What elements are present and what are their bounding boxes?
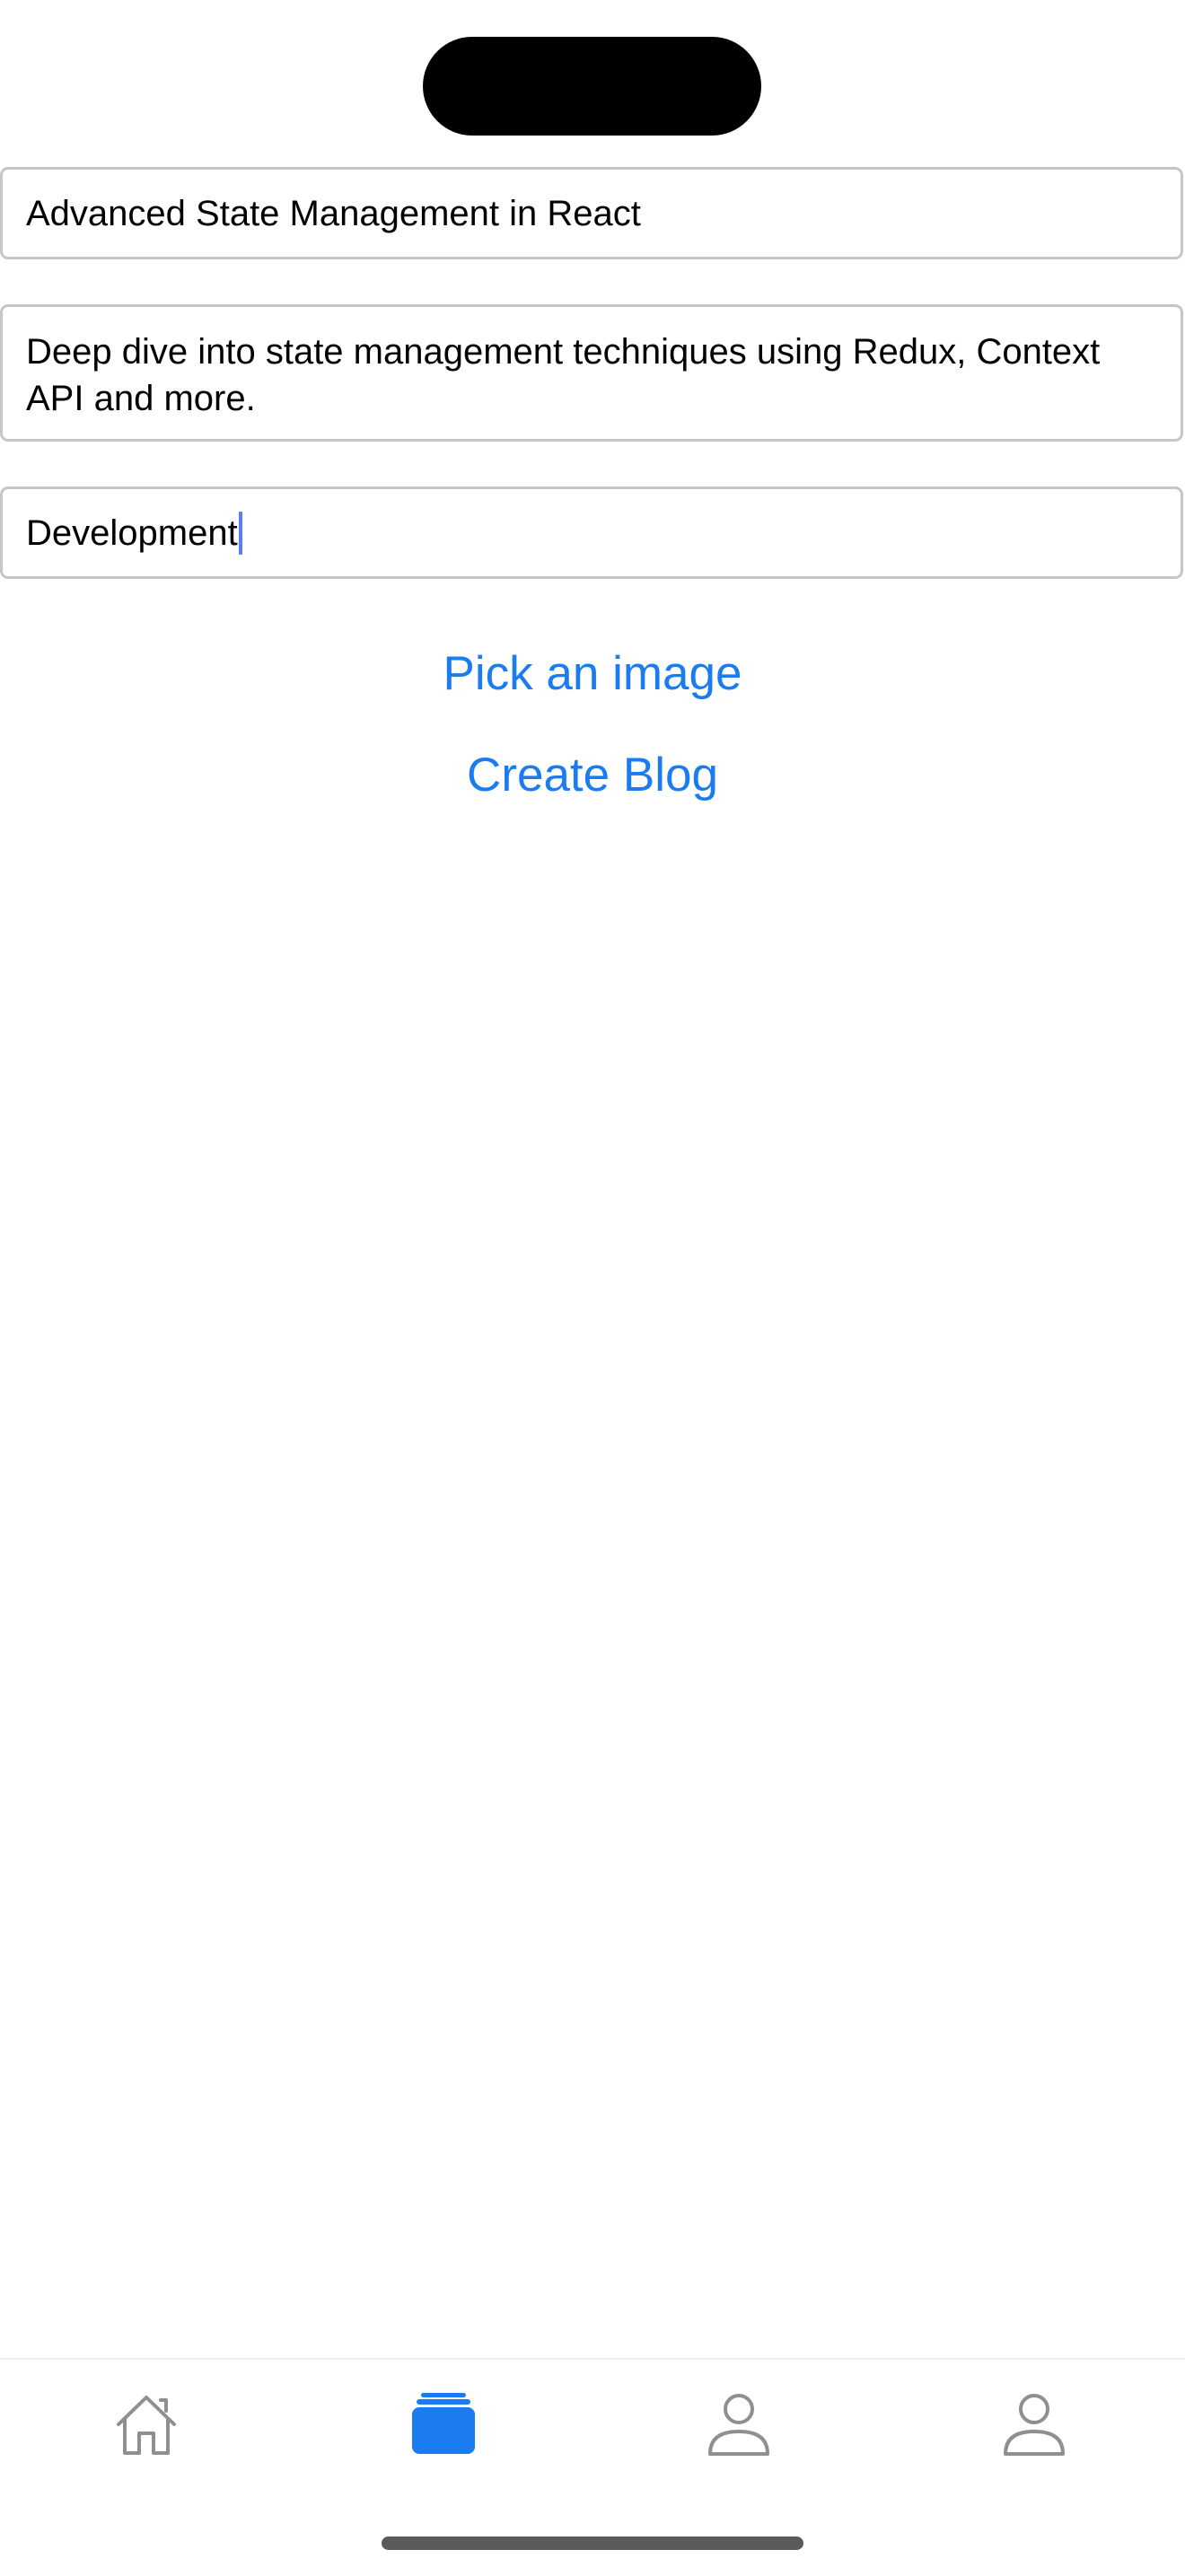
dynamic-island bbox=[423, 37, 761, 136]
title-input[interactable]: Advanced State Management in React bbox=[0, 167, 1183, 259]
category-input[interactable]: Development bbox=[0, 486, 1183, 579]
person-icon bbox=[1004, 2394, 1065, 2456]
tab-home[interactable] bbox=[110, 2388, 182, 2460]
tab-blogs[interactable] bbox=[408, 2388, 479, 2460]
tab-profile[interactable] bbox=[703, 2388, 775, 2460]
pick-image-button[interactable]: Pick an image bbox=[0, 645, 1185, 703]
tab-account[interactable] bbox=[998, 2388, 1070, 2460]
create-blog-button[interactable]: Create Blog bbox=[0, 747, 1185, 804]
category-input-value: Development bbox=[26, 513, 238, 553]
text-caret bbox=[238, 511, 242, 555]
title-input-value: Advanced State Management in React bbox=[26, 193, 641, 233]
description-input-value: Deep dive into state management techniqu… bbox=[26, 332, 1101, 418]
home-indicator[interactable] bbox=[382, 2537, 803, 2550]
person-icon bbox=[708, 2394, 769, 2456]
stack-icon bbox=[412, 2393, 475, 2454]
description-input[interactable]: Deep dive into state management techniqu… bbox=[0, 304, 1183, 442]
home-icon bbox=[117, 2396, 176, 2455]
